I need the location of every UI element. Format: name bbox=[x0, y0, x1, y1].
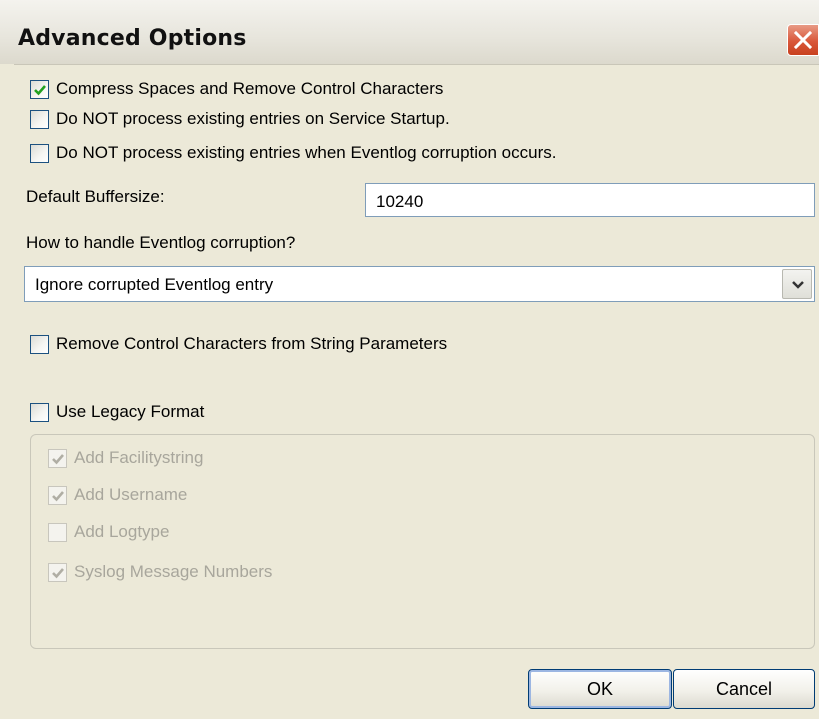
title-bar[interactable]: Advanced Options bbox=[0, 0, 819, 65]
dialog-title: Advanced Options bbox=[18, 26, 247, 51]
checkmark-icon bbox=[52, 567, 64, 578]
advanced-options-dialog: Advanced Options Compress Spaces and Rem… bbox=[0, 0, 819, 719]
checkbox-box[interactable] bbox=[48, 562, 67, 582]
checkbox-box[interactable] bbox=[48, 522, 67, 542]
checkmark-icon bbox=[52, 453, 64, 464]
checkbox-box[interactable] bbox=[30, 143, 49, 163]
remove-control-chars-label: Remove Control Characters from String Pa… bbox=[56, 334, 448, 353]
add-facilitystring-label: Add Facilitystring bbox=[74, 448, 204, 467]
checkmark-icon bbox=[34, 84, 46, 95]
corruption-handling-select[interactable]: Ignore corrupted Eventlog entry bbox=[24, 266, 815, 302]
corruption-handling-value: Ignore corrupted Eventlog entry bbox=[35, 275, 274, 294]
syslog-message-numbers-label: Syslog Message Numbers bbox=[74, 562, 273, 581]
buffersize-input[interactable]: 10240 bbox=[365, 183, 815, 217]
use-legacy-format-label: Use Legacy Format bbox=[56, 402, 205, 421]
ok-button[interactable]: OK bbox=[528, 669, 672, 709]
add-logtype-label: Add Logtype bbox=[74, 522, 170, 541]
checkbox-box[interactable] bbox=[30, 402, 49, 422]
no-process-startup-checkbox[interactable]: Do NOT process existing entries on Servi… bbox=[30, 107, 450, 131]
compress-spaces-label: Compress Spaces and Remove Control Chara… bbox=[56, 79, 444, 98]
no-process-startup-label: Do NOT process existing entries on Servi… bbox=[56, 109, 450, 128]
add-username-label: Add Username bbox=[74, 485, 188, 504]
cancel-button[interactable]: Cancel bbox=[673, 669, 815, 709]
checkmark-icon bbox=[52, 490, 64, 501]
no-process-corruption-label: Do NOT process existing entries when Eve… bbox=[56, 143, 557, 162]
compress-spaces-checkbox[interactable]: Compress Spaces and Remove Control Chara… bbox=[30, 77, 443, 101]
add-facilitystring-checkbox[interactable]: Add Facilitystring bbox=[48, 446, 203, 470]
checkbox-box[interactable] bbox=[30, 334, 49, 354]
remove-control-chars-checkbox[interactable]: Remove Control Characters from String Pa… bbox=[30, 332, 447, 356]
add-username-checkbox[interactable]: Add Username bbox=[48, 483, 187, 507]
checkbox-box[interactable] bbox=[30, 79, 49, 99]
buffersize-value: 10240 bbox=[376, 192, 424, 211]
use-legacy-format-checkbox[interactable]: Use Legacy Format bbox=[30, 400, 204, 424]
checkbox-box[interactable] bbox=[48, 448, 67, 468]
checkbox-box[interactable] bbox=[30, 109, 49, 129]
window-frame bbox=[0, 64, 14, 719]
close-button[interactable] bbox=[787, 24, 819, 56]
no-process-corruption-checkbox[interactable]: Do NOT process existing entries when Eve… bbox=[30, 141, 556, 165]
dropdown-button[interactable] bbox=[782, 269, 812, 299]
add-logtype-checkbox[interactable]: Add Logtype bbox=[48, 520, 169, 544]
corruption-handling-label: How to handle Eventlog corruption? bbox=[26, 233, 296, 252]
checkbox-box[interactable] bbox=[48, 485, 67, 505]
buffersize-label: Default Buffersize: bbox=[26, 187, 165, 206]
syslog-message-numbers-checkbox[interactable]: Syslog Message Numbers bbox=[48, 560, 272, 584]
